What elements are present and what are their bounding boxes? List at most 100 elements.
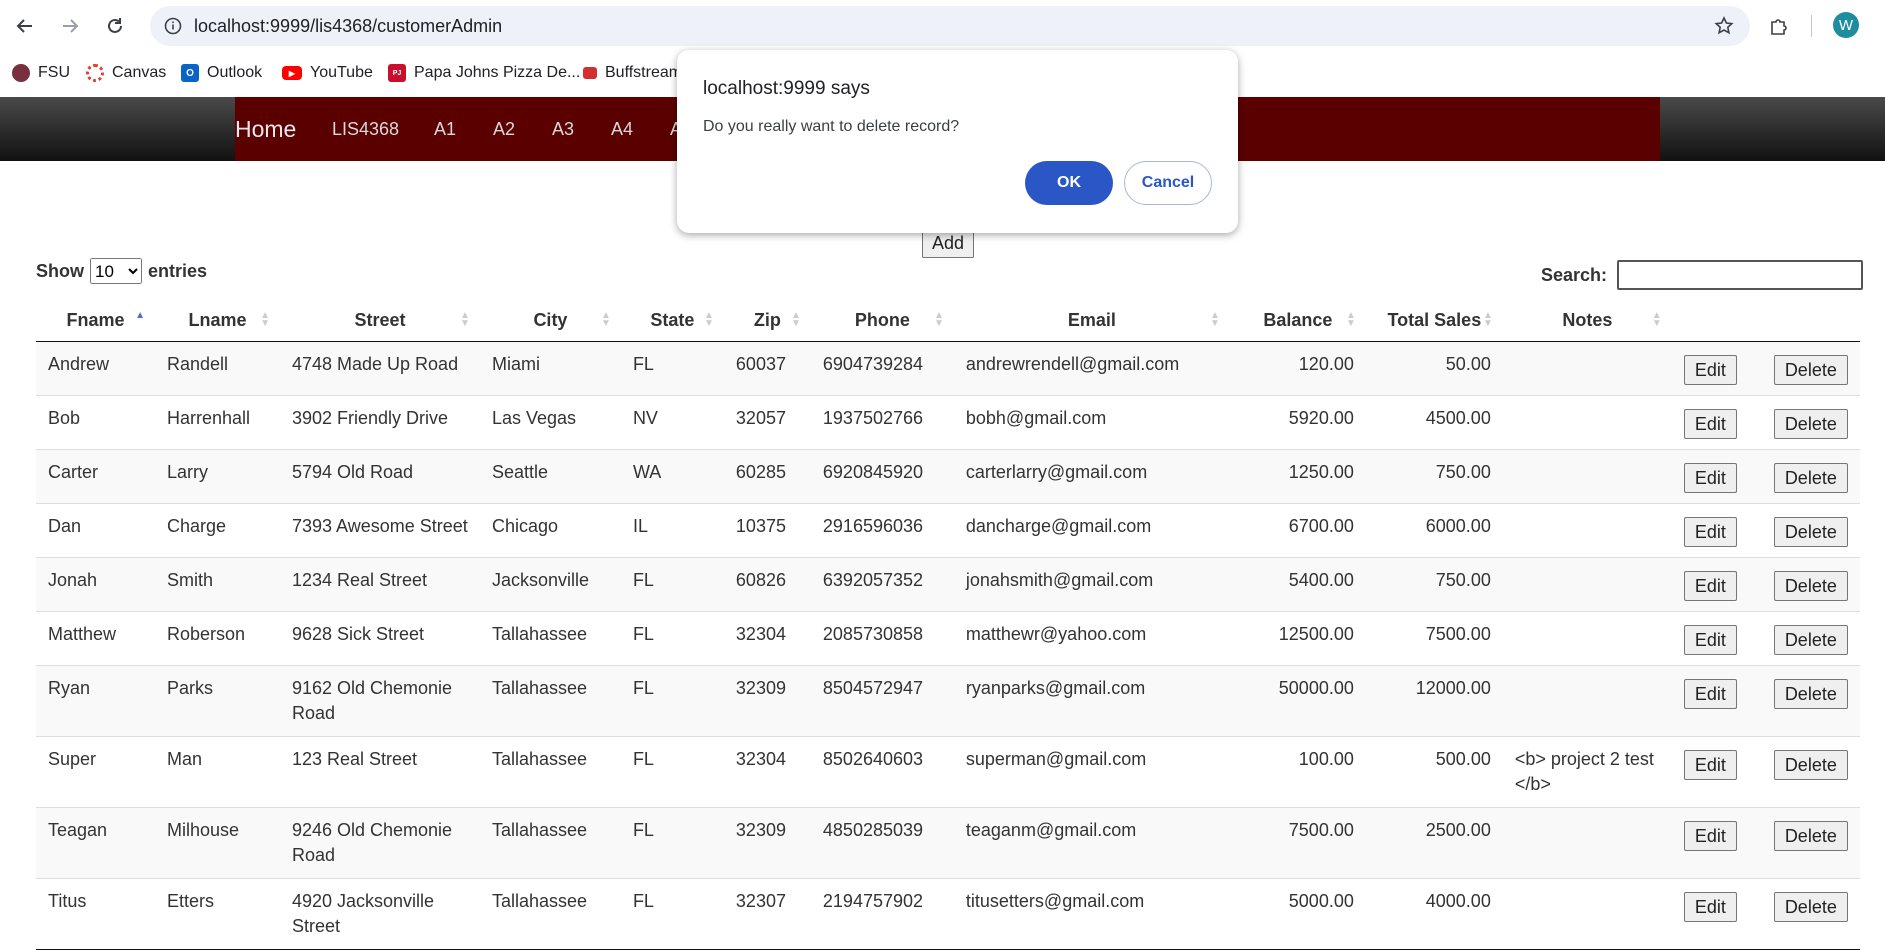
- cell-fname: Carter: [36, 448, 155, 503]
- table-body: Andrew Randell 4748 Made Up Road Miami FL 600…: [36, 340, 1860, 950]
- cell-state: FL: [620, 610, 724, 665]
- site-info-icon[interactable]: [162, 15, 184, 37]
- delete-button[interactable]: Delete: [1773, 820, 1848, 851]
- column-header-notes[interactable]: Notes ▲ ▼: [1502, 300, 1672, 342]
- column-header-phone[interactable]: Phone ▲ ▼: [810, 300, 954, 342]
- fsu-seal-icon: [12, 64, 30, 82]
- cell-notes: [1502, 394, 1672, 449]
- column-header-label: Lname: [188, 309, 247, 330]
- table-row: Titus Etters 4920 Jacksonville Street Talla…: [36, 877, 1860, 950]
- forward-arrow-icon[interactable]: [57, 13, 83, 39]
- ok-button[interactable]: OK: [1025, 161, 1113, 205]
- cell-edit: Edit: [1671, 806, 1762, 878]
- sort-both-icon: ▲ ▼: [704, 310, 714, 329]
- cell-lname: Roberson: [154, 610, 280, 665]
- confirm-dialog: localhost:9999 says Do you really want t…: [677, 50, 1238, 233]
- sort-both-icon: ▲ ▼: [1651, 310, 1662, 329]
- column-header-balance[interactable]: Balance ▲ ▼: [1229, 300, 1366, 342]
- edit-button[interactable]: Edit: [1683, 678, 1737, 709]
- edit-button[interactable]: Edit: [1683, 516, 1737, 547]
- bookmark-papa-johns[interactable]: PJ Papa Johns Pizza De...: [388, 62, 580, 84]
- delete-button[interactable]: Delete: [1773, 516, 1848, 547]
- column-header-state[interactable]: State ▲ ▼: [620, 300, 724, 342]
- delete-button[interactable]: Delete: [1773, 354, 1848, 385]
- cell-zip: 32057: [723, 394, 811, 449]
- cell-street: 9628 Sick Street: [279, 610, 480, 665]
- cell-phone: 8502640603: [810, 735, 954, 807]
- column-header-zip[interactable]: Zip ▲ ▼: [723, 300, 811, 342]
- cell-city: Tallahassee: [479, 664, 621, 736]
- bookmark-buffstream[interactable]: Buffstream: [583, 62, 682, 84]
- cell-state: IL: [620, 502, 724, 557]
- entries-select[interactable]: 10: [90, 258, 142, 284]
- cell-zip: 60285: [723, 448, 811, 503]
- edit-button[interactable]: Edit: [1683, 462, 1737, 493]
- cell-lname: Milhouse: [154, 806, 280, 878]
- nav-home[interactable]: Home: [235, 97, 296, 161]
- cell-street: 1234 Real Street: [279, 556, 480, 611]
- cell-state: FL: [620, 735, 724, 807]
- column-header-fname[interactable]: Fname ▲: [36, 300, 155, 342]
- edit-button[interactable]: Edit: [1683, 354, 1737, 385]
- edit-button[interactable]: Edit: [1683, 749, 1737, 780]
- nav-a4[interactable]: A4: [611, 97, 633, 161]
- cell-zip: 32309: [723, 664, 811, 736]
- edit-button[interactable]: Edit: [1683, 891, 1737, 922]
- edit-button[interactable]: Edit: [1683, 624, 1737, 655]
- canvas-icon: [86, 64, 104, 82]
- buffstream-icon: [583, 67, 597, 79]
- profile-avatar[interactable]: W: [1833, 12, 1859, 38]
- sort-both-icon: ▲ ▼: [460, 310, 470, 329]
- cell-email: superman@gmail.com: [953, 735, 1230, 807]
- customer-table: Fname ▲ Lname ▲ ▼ Street ▲ ▼ City ▲ ▼ State ▲ ▼ Zip ▲ ▼ P…: [36, 300, 1860, 950]
- cell-phone: 2194757902: [810, 877, 954, 950]
- delete-button[interactable]: Delete: [1773, 749, 1848, 780]
- search-input[interactable]: [1617, 260, 1864, 290]
- cell-total-sales: 750.00: [1365, 556, 1503, 611]
- cell-balance: 120.00: [1229, 340, 1366, 395]
- address-bar[interactable]: localhost:9999/lis4368/customerAdmin: [150, 6, 1750, 46]
- edit-button[interactable]: Edit: [1683, 820, 1737, 851]
- cell-state: WA: [620, 448, 724, 503]
- extensions-puzzle-icon[interactable]: [1766, 13, 1792, 39]
- bookmark-star-icon[interactable]: [1712, 14, 1736, 38]
- delete-button[interactable]: Delete: [1773, 462, 1848, 493]
- bookmark-outlook[interactable]: O Outlook: [181, 62, 262, 84]
- sort-both-icon: ▲ ▼: [260, 310, 270, 329]
- dialog-title: localhost:9999 says: [703, 78, 870, 99]
- column-header-city[interactable]: City ▲ ▼: [479, 300, 621, 342]
- cancel-button[interactable]: Cancel: [1124, 161, 1212, 205]
- reload-icon[interactable]: [102, 13, 128, 39]
- bookmark-youtube[interactable]: ▶ YouTube: [282, 62, 373, 84]
- nav-a2[interactable]: A2: [493, 97, 515, 161]
- cell-phone: 6920845920: [810, 448, 954, 503]
- edit-button[interactable]: Edit: [1683, 408, 1737, 439]
- nav-a3[interactable]: A3: [552, 97, 574, 161]
- column-header-street[interactable]: Street ▲ ▼: [279, 300, 480, 342]
- entries-length-control: Show 10 entries: [36, 258, 207, 284]
- column-header-lname[interactable]: Lname ▲ ▼: [154, 300, 280, 342]
- column-header-email[interactable]: Email ▲ ▼: [953, 300, 1230, 342]
- nav-lis4368[interactable]: LIS4368: [332, 97, 399, 161]
- delete-button[interactable]: Delete: [1773, 570, 1848, 601]
- delete-button[interactable]: Delete: [1773, 891, 1848, 922]
- column-header-total-sales[interactable]: Total Sales ▲ ▼: [1365, 300, 1503, 342]
- show-label: Show: [36, 260, 84, 281]
- cell-delete: Delete: [1761, 664, 1860, 736]
- cell-edit: Edit: [1671, 340, 1762, 395]
- cell-state: FL: [620, 877, 724, 950]
- column-header-label: City: [533, 309, 568, 330]
- delete-button[interactable]: Delete: [1773, 678, 1848, 709]
- table-row: Ryan Parks 9162 Old Chemonie Road Tallahass…: [36, 664, 1860, 736]
- url-text[interactable]: localhost:9999/lis4368/customerAdmin: [194, 16, 502, 37]
- edit-button[interactable]: Edit: [1683, 570, 1737, 601]
- delete-button[interactable]: Delete: [1773, 624, 1848, 655]
- back-arrow-icon[interactable]: [12, 13, 38, 39]
- bookmark-fsu[interactable]: FSU: [12, 62, 70, 84]
- cell-email: matthewr@yahoo.com: [953, 610, 1230, 665]
- bookmark-canvas[interactable]: Canvas: [86, 62, 166, 84]
- delete-button[interactable]: Delete: [1773, 408, 1848, 439]
- nav-a1[interactable]: A1: [434, 97, 456, 161]
- cell-state: NV: [620, 394, 724, 449]
- cell-total-sales: 12000.00: [1365, 664, 1503, 736]
